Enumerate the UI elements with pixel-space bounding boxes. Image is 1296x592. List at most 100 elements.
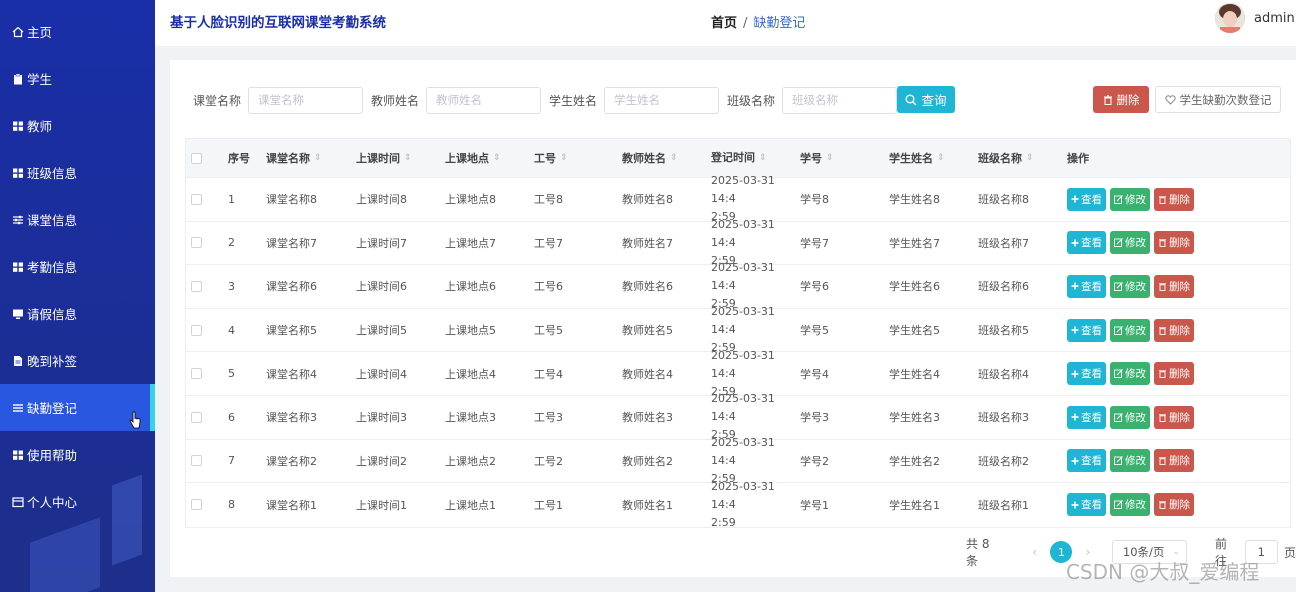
row-checkbox[interactable] xyxy=(191,455,202,467)
username[interactable]: admin xyxy=(1254,11,1295,26)
sort-icon[interactable]: ⇕ xyxy=(670,153,678,163)
edit-button[interactable]: 修改 xyxy=(1110,449,1150,473)
cell-index-text: 3 xyxy=(228,279,235,293)
delete-button[interactable]: 删除 xyxy=(1154,449,1194,473)
search-button[interactable]: 查询 xyxy=(897,86,955,113)
cell-staff-id-text: 工号5 xyxy=(534,324,563,338)
sidebar-item-label: 缺勤登记 xyxy=(27,401,78,416)
view-button[interactable]: 查看 xyxy=(1067,405,1106,429)
cell-student-name: 学生姓名2 xyxy=(889,453,978,469)
edit-button[interactable]: 修改 xyxy=(1110,493,1150,517)
row-checkbox[interactable] xyxy=(191,368,202,380)
edit-button[interactable]: 修改 xyxy=(1110,318,1150,342)
sidebar-item[interactable]: 课堂信息 xyxy=(0,196,155,243)
sort-icon[interactable]: ⇕ xyxy=(493,153,501,163)
header-teacher-name[interactable]: 教师姓名 ⇕ xyxy=(622,150,711,166)
edit-button[interactable]: 修改 xyxy=(1110,231,1150,255)
sidebar-item-label: 个人中心 xyxy=(27,495,78,510)
view-button[interactable]: 查看 xyxy=(1067,318,1106,342)
select-all-checkbox[interactable] xyxy=(191,152,202,164)
row-checkbox[interactable] xyxy=(191,411,202,423)
header-label: 上课时间 xyxy=(356,152,400,165)
delete-button-label: 删除 xyxy=(1169,193,1190,206)
delete-button[interactable]: 删除 xyxy=(1154,187,1194,211)
cell-class-time: 上课时间1 xyxy=(356,497,445,513)
sidebar-item[interactable]: 班级信息 xyxy=(0,149,155,196)
sort-icon[interactable]: ⇕ xyxy=(826,153,834,163)
header-student-id[interactable]: 学号 ⇕ xyxy=(800,150,889,166)
cell-course-name-text: 课堂名称4 xyxy=(266,367,317,381)
prev-page-button[interactable]: ‹ xyxy=(1025,545,1045,559)
header-staff-id[interactable]: 工号 ⇕ xyxy=(534,150,622,166)
row-checkbox[interactable] xyxy=(191,280,202,292)
sidebar-item[interactable]: 使用帮助 xyxy=(0,431,155,478)
sort-icon[interactable]: ⇕ xyxy=(937,153,945,163)
view-button[interactable]: 查看 xyxy=(1067,274,1106,298)
sidebar-item[interactable]: 学生 xyxy=(0,55,155,102)
cell-class-time: 上课时间8 xyxy=(356,191,445,207)
delete-button[interactable]: 删除 xyxy=(1154,274,1194,298)
header-course-name[interactable]: 课堂名称 ⇕ xyxy=(266,150,356,166)
delete-button[interactable]: 删除 xyxy=(1154,362,1194,386)
sort-icon[interactable]: ⇕ xyxy=(1026,153,1034,163)
row-checkbox[interactable] xyxy=(191,193,202,205)
sidebar-item-label: 学生 xyxy=(27,72,53,87)
view-button[interactable]: 查看 xyxy=(1067,449,1106,473)
view-button[interactable]: 查看 xyxy=(1067,493,1106,517)
row-checkbox[interactable] xyxy=(191,324,202,336)
delete-button[interactable]: 删除 xyxy=(1154,231,1194,255)
row-select-cell xyxy=(186,368,228,380)
breadcrumb-home[interactable]: 首页 xyxy=(711,16,737,31)
header-label: 登记时间 xyxy=(711,151,755,164)
delete-button[interactable]: 删除 xyxy=(1154,405,1194,429)
header-register-time[interactable]: 登记时间 ⇕ xyxy=(711,149,800,167)
sort-icon[interactable]: ⇕ xyxy=(314,153,322,163)
cell-student-id-text: 学号6 xyxy=(800,280,829,294)
teacher-name-input[interactable]: 教师姓名 xyxy=(426,86,542,114)
sidebar-item[interactable]: 教师 xyxy=(0,102,155,149)
edit-button[interactable]: 修改 xyxy=(1110,187,1150,211)
header-class-place[interactable]: 上课地点 ⇕ xyxy=(445,150,534,166)
sort-icon[interactable]: ⇕ xyxy=(759,149,767,167)
header-class-time[interactable]: 上课时间 ⇕ xyxy=(356,150,445,166)
cell-student-id: 学号7 xyxy=(800,235,889,251)
delete-button[interactable]: 删除 xyxy=(1154,318,1194,342)
edit-button[interactable]: 修改 xyxy=(1110,362,1150,386)
edit-button[interactable]: 修改 xyxy=(1110,274,1150,298)
header-class-name[interactable]: 班级名称 ⇕ xyxy=(978,150,1067,166)
sidebar-item[interactable]: 考勤信息 xyxy=(0,243,155,290)
class-name-input[interactable]: 班级名称 xyxy=(782,86,898,114)
sort-icon[interactable]: ⇕ xyxy=(560,153,568,163)
avatar[interactable] xyxy=(1215,3,1245,33)
sidebar-item[interactable]: 晚到补签 xyxy=(0,337,155,384)
window-icon xyxy=(12,496,24,508)
row-checkbox[interactable] xyxy=(191,237,202,249)
cell-teacher-name-text: 教师姓名1 xyxy=(622,498,673,512)
edit-button[interactable]: 修改 xyxy=(1110,405,1150,429)
batch-delete-button[interactable]: 删除 xyxy=(1093,86,1149,113)
cell-class-name: 班级名称3 xyxy=(978,409,1067,425)
sort-icon[interactable]: ⇕ xyxy=(404,153,412,163)
cell-student-name-text: 学生姓名5 xyxy=(889,324,940,338)
absence-count-button[interactable]: 学生缺勤次数登记 xyxy=(1155,86,1281,113)
cell-class-name-text: 班级名称6 xyxy=(978,280,1029,294)
cell-class-name: 班级名称2 xyxy=(978,453,1067,469)
sidebar-item[interactable]: 请假信息 xyxy=(0,290,155,337)
view-button[interactable]: 查看 xyxy=(1067,231,1106,255)
view-button[interactable]: 查看 xyxy=(1067,362,1106,386)
cell-teacher-name-text: 教师姓名8 xyxy=(622,193,673,207)
row-checkbox[interactable] xyxy=(191,499,202,511)
student-name-input[interactable]: 学生姓名 xyxy=(604,86,720,114)
delete-button[interactable]: 删除 xyxy=(1154,493,1194,517)
cell-index: 7 xyxy=(228,454,266,467)
view-button[interactable]: 查看 xyxy=(1067,187,1106,211)
course-name-input[interactable]: 课堂名称 xyxy=(248,86,364,114)
plus-icon xyxy=(1071,239,1079,247)
header-label: 序号 xyxy=(228,152,250,165)
cell-teacher-name-text: 教师姓名4 xyxy=(622,367,673,381)
cell-class-name-text: 班级名称1 xyxy=(978,498,1029,512)
cell-course-name: 课堂名称4 xyxy=(266,366,356,382)
sidebar-item[interactable]: 主页 xyxy=(0,8,155,55)
cell-student-name: 学生姓名3 xyxy=(889,409,978,425)
header-student-name[interactable]: 学生姓名 ⇕ xyxy=(889,150,978,166)
